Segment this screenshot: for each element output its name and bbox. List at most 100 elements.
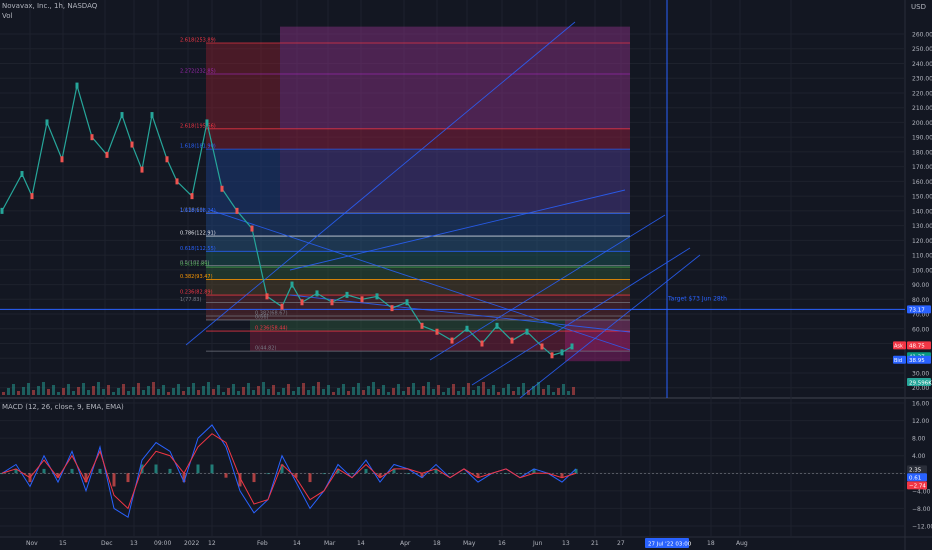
volume-bar	[197, 390, 200, 395]
volume-bar	[412, 383, 415, 395]
volume-bar	[367, 386, 370, 395]
volume-bar	[532, 386, 535, 395]
price-point	[0, 207, 4, 214]
volume-bar	[242, 387, 245, 395]
time-tick-label: 14	[293, 540, 301, 547]
price-point	[30, 193, 34, 200]
volume-bar	[132, 387, 135, 395]
fib-label-10: 0.382(93.47)	[180, 274, 213, 280]
volume-bar	[72, 391, 75, 395]
volume-bar	[202, 386, 205, 395]
volume-bar	[112, 392, 115, 395]
price-tick-label: 230.00	[912, 76, 932, 83]
price-point	[570, 343, 574, 350]
volume-bar	[272, 385, 275, 395]
price-point	[165, 156, 169, 163]
macd-histogram-bar	[168, 468, 172, 474]
macd-histogram-bar	[350, 473, 354, 475]
volume-bar	[222, 392, 225, 395]
time-tick-label: Aug	[736, 540, 748, 547]
time-tick-label: 13	[562, 540, 570, 547]
fib-label-2: 2.618(195.66)	[180, 123, 216, 129]
volume-bar	[157, 389, 160, 395]
target-annotation: Target $73 Jun 28th	[667, 295, 727, 302]
volume-bar	[407, 387, 410, 395]
price-tick-label: 160.00	[912, 179, 932, 186]
price-tick-label: 100.00	[912, 267, 932, 274]
price-point	[465, 325, 469, 332]
macd-tick-label: −12.00	[912, 524, 932, 531]
price-point	[290, 281, 294, 288]
price-point	[495, 322, 499, 329]
volume-bar	[352, 387, 355, 395]
volume-bar	[357, 383, 360, 395]
volume-bar	[27, 383, 30, 395]
volume-bar	[217, 385, 220, 395]
time-tick-label: 09:00	[154, 540, 171, 547]
macd-badge-text: −2.74	[909, 484, 926, 490]
currency-label: USD	[911, 3, 926, 11]
volume-bar	[302, 383, 305, 395]
volume-bar	[117, 388, 120, 395]
volume-bar	[47, 389, 50, 395]
volume-bar	[517, 387, 520, 395]
price-tick-label: 140.00	[912, 208, 932, 215]
price-point	[435, 328, 439, 335]
price-point	[345, 291, 349, 298]
volume-bar	[317, 382, 320, 395]
volume-bar	[67, 384, 70, 395]
time-tick-label: Feb	[257, 540, 268, 547]
time-tick-label: Nov	[26, 540, 38, 547]
volume-bar	[42, 382, 45, 395]
volume-bar	[397, 384, 400, 395]
volume-bar	[297, 387, 300, 395]
price-tick-label: 250.00	[912, 46, 932, 53]
macd-histogram-bar	[364, 468, 368, 474]
volume-bar	[457, 391, 460, 395]
volume-bar	[377, 389, 380, 395]
price-point	[105, 151, 109, 158]
price-point	[235, 207, 239, 214]
volume-bar	[162, 385, 165, 395]
volume-bar	[417, 390, 420, 395]
volume-bar	[467, 383, 470, 395]
volume-bar	[322, 389, 325, 395]
volume-bar	[487, 389, 490, 395]
volume-bar	[32, 390, 35, 395]
symbol-title: Novavax, Inc., 1h, NASDAQ	[2, 2, 98, 10]
fib-zone-5	[206, 213, 630, 237]
price-point	[130, 141, 134, 148]
macd-histogram-bar	[126, 473, 130, 483]
time-tick-label: 13	[130, 540, 138, 547]
volume-bar	[502, 388, 505, 395]
macd-tick-label: 12.00	[912, 418, 929, 425]
volume-bar	[167, 392, 170, 395]
volume-bar	[7, 388, 10, 395]
price-point	[140, 166, 144, 173]
price-point	[560, 349, 564, 356]
macd-histogram-bar	[42, 468, 46, 474]
price-point	[20, 171, 24, 178]
volume-bar	[307, 390, 310, 395]
volume-bar	[152, 382, 155, 395]
macd-tick-label: 8.00	[912, 436, 926, 443]
volume-bar	[337, 388, 340, 395]
chart-stage[interactable]: 260.00 250.00 240.00 230.00 220.00 210.00 200.…	[0, 0, 932, 550]
volume-bar	[107, 385, 110, 395]
volume-bar	[17, 391, 20, 395]
volume-bar	[422, 386, 425, 395]
volume-bar	[312, 386, 315, 395]
macd-histogram-bar	[98, 468, 102, 474]
price-point	[205, 119, 209, 126]
price-chart[interactable]: 260.00 250.00 240.00 230.00 220.00 210.00 200.…	[0, 0, 932, 550]
volume-bar	[332, 392, 335, 395]
price-tick-label: 120.00	[912, 238, 932, 245]
volume-bar	[382, 385, 385, 395]
volume-bar	[237, 391, 240, 395]
volume-bar	[82, 383, 85, 395]
price-tick-label: 200.00	[912, 120, 932, 127]
price-point	[330, 299, 334, 306]
macd-histogram-bar	[224, 473, 228, 478]
volume-bar	[122, 384, 125, 395]
macd-histogram-bar	[322, 473, 326, 475]
